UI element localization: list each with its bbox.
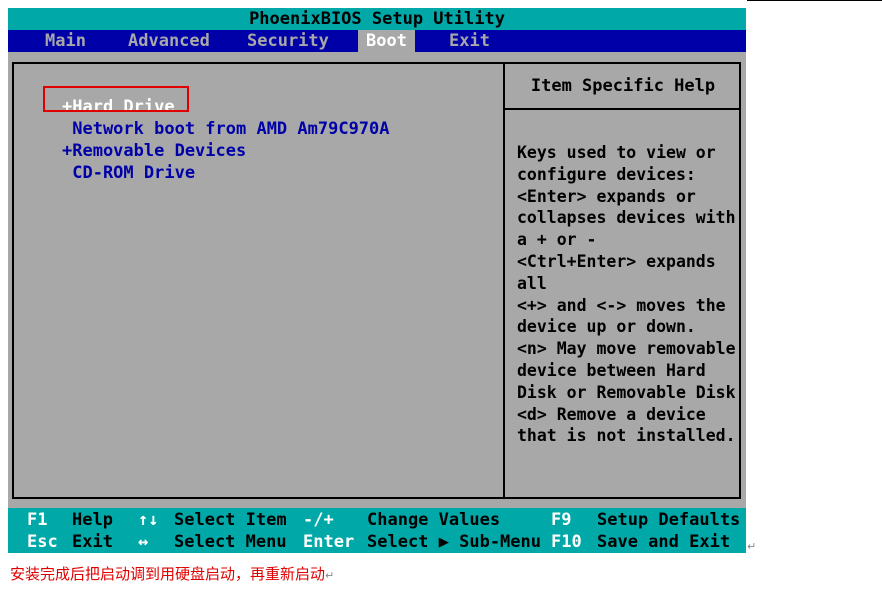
- key-f1-label: Help: [72, 510, 113, 530]
- help-line: device up or down.: [517, 317, 696, 337]
- key-up-down-label: Select Item: [174, 510, 287, 530]
- red-highlight-box: [43, 86, 189, 112]
- help-line: that is not installed.: [517, 426, 736, 446]
- document-top-rule: [747, 0, 882, 1]
- paragraph-mark: ↵: [747, 540, 757, 553]
- help-divider: [503, 64, 505, 497]
- menu-tab-advanced[interactable]: Advanced: [128, 30, 210, 52]
- key-enter-label: Select ▶ Sub-Menu: [367, 532, 541, 552]
- menu-tab-security[interactable]: Security: [247, 30, 329, 52]
- key-legend-footer: F1 Help ↑↓ Select Item -/+ Change Values…: [8, 508, 746, 553]
- help-line: <Ctrl+Enter> expands: [517, 251, 716, 271]
- help-line: <n> May move removable: [517, 339, 736, 359]
- menu-tab-exit[interactable]: Exit: [449, 30, 490, 52]
- key-up-down: ↑↓: [138, 510, 159, 530]
- boot-item-removable-devices[interactable]: +Removable Devices: [62, 141, 246, 161]
- help-line: Disk or Removable Disk: [517, 382, 736, 402]
- key-left-right-label: Select Menu: [174, 532, 287, 552]
- help-text: Keys used to view or configure devices: …: [517, 142, 739, 447]
- caption-text: 安装完成后把启动调到用硬盘启动，再重新启动↵: [10, 563, 334, 584]
- boot-panel: +Hard Drive Network boot from AMD Am79C9…: [12, 62, 741, 499]
- key-f9: F9: [551, 510, 572, 530]
- boot-item-cdrom-drive[interactable]: CD-ROM Drive: [62, 163, 195, 183]
- key-esc-label: Exit: [72, 532, 113, 552]
- menu-tab-boot[interactable]: Boot: [358, 30, 415, 52]
- paragraph-mark: ↵: [325, 569, 335, 582]
- key-f9-label: Setup Defaults: [597, 510, 741, 530]
- help-line: <Enter> expands or: [517, 186, 696, 206]
- help-line: <d> Remove a device: [517, 404, 706, 424]
- help-line: a + or -: [517, 230, 597, 250]
- key-enter: Enter: [303, 532, 355, 552]
- key-minus-plus-label: Change Values: [367, 510, 501, 530]
- key-f10: F10: [551, 532, 582, 552]
- help-line: collapses devices with: [517, 208, 736, 228]
- key-esc: Esc: [27, 532, 58, 552]
- key-f1: F1: [27, 510, 48, 530]
- help-title: Item Specific Help: [505, 64, 741, 110]
- help-line: all: [517, 273, 547, 293]
- help-line: device between Hard: [517, 360, 706, 380]
- help-line: <+> and <-> moves the: [517, 295, 726, 315]
- menu-bar: Main Advanced Security Boot Exit: [8, 30, 746, 52]
- key-minus-plus: -/+: [303, 510, 334, 530]
- help-line: Keys used to view or: [517, 143, 716, 162]
- key-left-right: ↔: [138, 532, 149, 552]
- bios-title: PhoenixBIOS Setup Utility: [8, 8, 746, 30]
- boot-item-network-boot[interactable]: Network boot from AMD Am79C970A: [62, 119, 389, 139]
- menu-tab-main[interactable]: Main: [45, 30, 86, 52]
- key-f10-label: Save and Exit: [597, 532, 731, 552]
- help-line: configure devices:: [517, 164, 696, 184]
- caption-label: 安装完成后把启动调到用硬盘启动，再重新启动: [10, 565, 326, 583]
